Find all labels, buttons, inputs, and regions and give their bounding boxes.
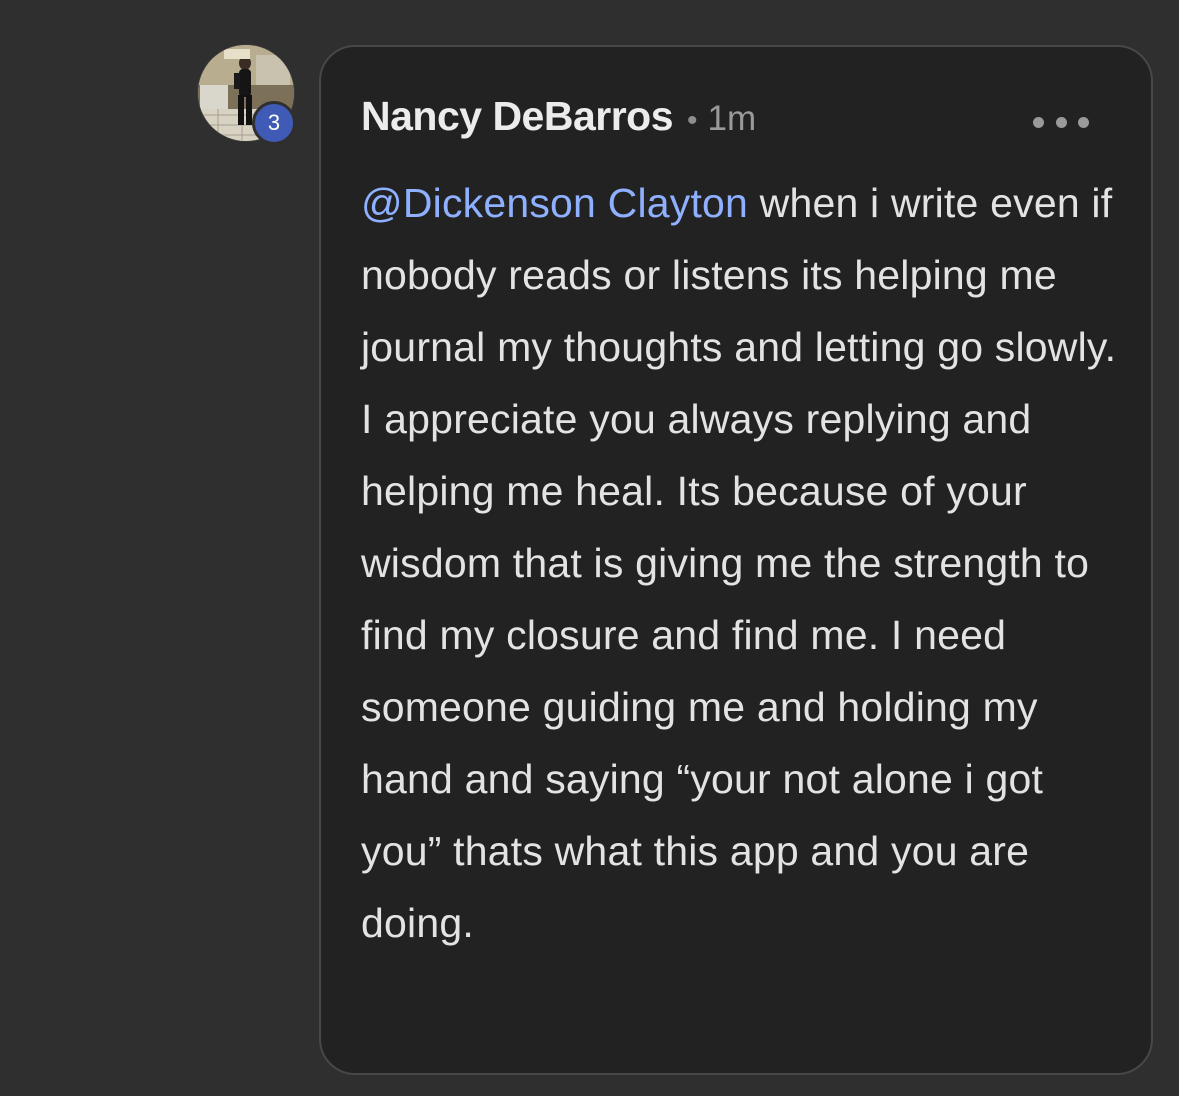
level-badge: 3 xyxy=(252,101,296,145)
comment-text: when i write even if nobody reads or lis… xyxy=(361,180,1117,946)
more-dot xyxy=(1033,116,1044,128)
more-dot xyxy=(1055,116,1067,128)
comment-header: Nancy DeBarros • 1m xyxy=(361,93,1111,141)
more-dot xyxy=(1078,116,1089,128)
author-avatar[interactable]: 3 xyxy=(197,44,296,145)
author-name[interactable]: Nancy DeBarros xyxy=(361,93,674,140)
comment-bubble: Nancy DeBarros • 1m @Dickenson Clayton w… xyxy=(319,45,1153,1075)
comment-thread: 3 Nancy DeBarros • 1m @Dickenson Clayton… xyxy=(0,0,1179,1096)
user-mention-link[interactable]: @Dickenson Clayton xyxy=(361,180,748,226)
timestamp: 1m xyxy=(707,99,757,138)
separator-dot: • xyxy=(687,104,698,137)
comment-body: @Dickenson Clayton when i write even if … xyxy=(361,167,1131,959)
more-options-icon[interactable] xyxy=(1033,107,1089,137)
